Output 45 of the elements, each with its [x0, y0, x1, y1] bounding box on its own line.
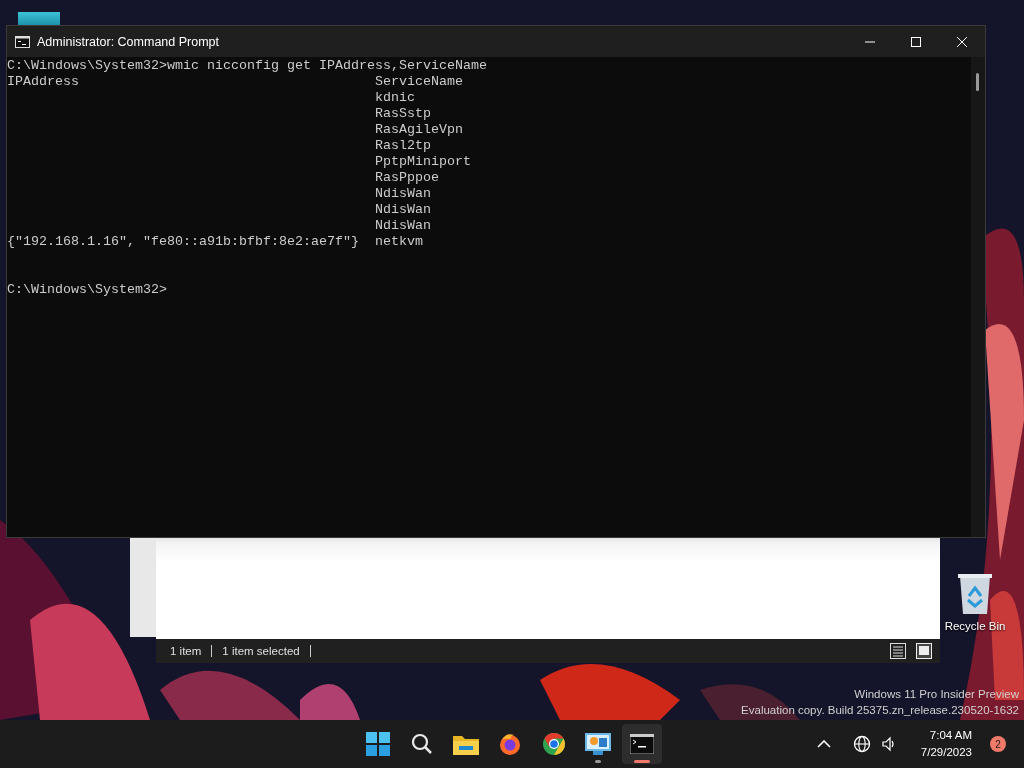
search-icon — [411, 733, 433, 755]
running-indicator — [595, 760, 601, 763]
service-name: RasAgileVpn — [374, 122, 464, 138]
windows-logo-icon — [366, 732, 390, 756]
scrollbar-thumb[interactable] — [976, 73, 979, 91]
evaluation-notice: Evaluation copy. Build 25375.zn_release.230520-1632 — [741, 703, 1019, 718]
ip-address: {"192.168.1.16", "fe80::a91b:bfbf:8e2:ae7f"} — [7, 234, 359, 249]
maximize-icon — [910, 35, 922, 48]
command-line: C:\Windows\System32>wmic nicconfig get IPAddress,ServiceName — [7, 58, 487, 73]
desktop-icon-label: Recycle Bin — [944, 620, 1006, 632]
terminal-icon — [630, 734, 654, 754]
command-prompt: C:\Windows\System32> — [7, 282, 167, 297]
status-text: 1 item — [170, 645, 202, 657]
clock[interactable]: 7:04 AM 7/29/2023 — [920, 727, 972, 761]
large-icons-view-icon[interactable] — [916, 643, 932, 659]
firefox-icon — [498, 732, 522, 756]
folder-icon — [453, 733, 479, 755]
date: 7/29/2023 — [920, 745, 972, 760]
chevron-up-icon[interactable] — [816, 740, 831, 748]
close-icon — [956, 35, 968, 48]
details-view-icon[interactable] — [890, 643, 906, 659]
speaker-icon[interactable] — [880, 736, 897, 752]
taskbar-app-button[interactable] — [622, 724, 662, 764]
globe-icon[interactable] — [852, 735, 871, 753]
service-name: RasPppoe — [374, 170, 440, 186]
time: 7:04 AM — [929, 728, 972, 743]
service-name: NdisWan — [374, 218, 432, 234]
service-name: NdisWan — [374, 186, 432, 202]
service-name: netkvm — [374, 234, 424, 250]
notification-badge[interactable]: 2 — [990, 736, 1006, 752]
running-indicator — [634, 760, 650, 763]
evaluation-notice: Windows 11 Pro Insider Preview — [854, 687, 1019, 702]
service-name: PptpMiniport — [374, 154, 472, 170]
chrome-icon — [542, 732, 566, 756]
console-icon — [15, 35, 30, 48]
window-title: Administrator: Command Prompt — [37, 34, 220, 49]
service-name: Rasl2tp — [374, 138, 432, 154]
column-header: ServiceName — [374, 74, 464, 90]
monitor-icon — [585, 733, 611, 755]
service-name: NdisWan — [374, 202, 432, 218]
service-name: kdnic — [374, 90, 416, 106]
status-text: 1 item selected — [222, 645, 300, 657]
column-header: IPAddress — [7, 74, 80, 90]
desktop-icon[interactable] — [18, 12, 60, 26]
service-name: RasSstp — [374, 106, 432, 122]
